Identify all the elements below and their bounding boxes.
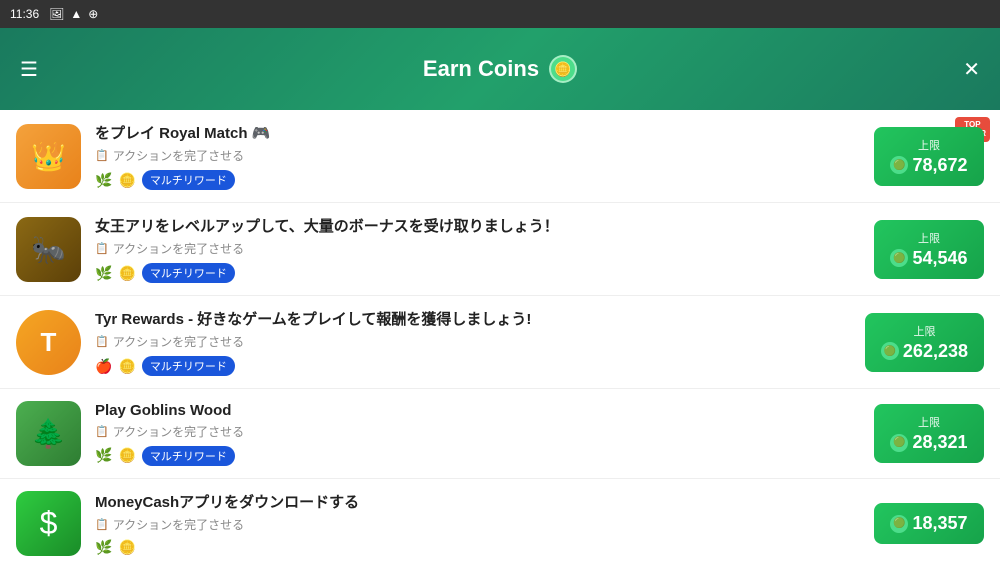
offer-title: Tyr Rewards - 好きなゲームをプレイして報酬を獲得しましょう! xyxy=(95,308,849,329)
reward-amount: 🟢 262,238 xyxy=(881,341,968,362)
reward-label: 上限 xyxy=(918,137,940,153)
offer-title: Play Goblins Wood xyxy=(95,402,858,419)
status-bar: 11:36 🖼 ▲ ⊕ xyxy=(0,0,1000,28)
offer-info: MoneyCashアプリをダウンロードする 📋 アクションを完了させる 🌿 🪙 xyxy=(95,491,858,556)
offer-icon-letter: T xyxy=(41,327,57,358)
leaf-icon: 🌿 xyxy=(95,447,112,464)
reward-button[interactable]: 上限 🟢 262,238 xyxy=(865,313,984,372)
offer-info: Tyr Rewards - 好きなゲームをプレイして報酬を獲得しましょう! 📋 … xyxy=(95,308,849,376)
offer-icon-emoji: 🌲 xyxy=(31,417,66,450)
offer-reward: 🟢 18,357 xyxy=(874,503,984,544)
offer-subtitle: 📋 アクションを完了させる xyxy=(95,147,858,164)
reward-coin-icon: 🟢 xyxy=(890,156,908,174)
offer-reward: TOPOFFER 上限 🟢 78,672 xyxy=(874,127,984,186)
offer-icon-dollar: $ xyxy=(40,505,58,542)
offer-icon: $ xyxy=(16,491,81,556)
leaf-icon: 🌿 xyxy=(95,265,112,282)
reward-label: 上限 xyxy=(918,230,940,246)
offer-row[interactable]: 👑 をプレイ Royal Match 🎮 📋 アクションを完了させる 🌿 🪙 マ… xyxy=(0,110,1000,203)
offer-subtitle-text: アクションを完了させる xyxy=(113,516,244,533)
offer-title: をプレイ Royal Match 🎮 xyxy=(95,122,858,143)
wifi-icon: ▲ xyxy=(70,7,82,21)
offer-subtitle-text: アクションを完了させる xyxy=(113,423,244,440)
offer-info: Play Goblins Wood 📋 アクションを完了させる 🌿 🪙 マルチリ… xyxy=(95,402,858,466)
coin-tag-icon: 🪙 xyxy=(118,265,135,282)
reward-coin-icon: 🟢 xyxy=(881,342,899,360)
offer-icon: 👑 xyxy=(16,124,81,189)
offer-title: MoneyCashアプリをダウンロードする xyxy=(95,491,858,512)
photo-icon: 🖼 xyxy=(49,7,64,21)
offer-reward: 上限 🟢 262,238 xyxy=(865,313,984,372)
coin-tag-icon: 🪙 xyxy=(118,172,135,189)
task-icon: 📋 xyxy=(95,425,109,438)
offer-icon-emoji: 🐜 xyxy=(31,233,66,266)
menu-icon[interactable]: ☰ xyxy=(20,57,38,82)
offer-subtitle: 📋 アクションを完了させる xyxy=(95,423,858,440)
reward-coin-icon: 🟢 xyxy=(890,515,908,533)
offer-title: 女王アリをレベルアップして、大量のボーナスを受け取りましょう！ xyxy=(95,215,858,236)
reward-amount: 🟢 78,672 xyxy=(890,155,967,176)
header: ☰ Earn Coins 🪙 ✕ xyxy=(0,28,1000,110)
offer-row[interactable]: 🐜 女王アリをレベルアップして、大量のボーナスを受け取りましょう！ 📋 アクショ… xyxy=(0,203,1000,296)
task-icon: 📋 xyxy=(95,518,109,531)
task-icon: 📋 xyxy=(95,335,109,348)
leaf-icon: 🌿 xyxy=(95,539,112,556)
offer-tags: 🍎 🪙 マルチリワード xyxy=(95,356,849,376)
offer-subtitle-text: アクションを完了させる xyxy=(113,240,244,257)
task-icon: 📋 xyxy=(95,149,109,162)
leaf-icon: 🌿 xyxy=(95,172,112,189)
header-title: Earn Coins 🪙 xyxy=(423,55,577,83)
status-time: 11:36 xyxy=(10,7,39,21)
offer-tags: 🌿 🪙 マルチリワード xyxy=(95,446,858,466)
multi-reward-tag: マルチリワード xyxy=(142,356,235,376)
offer-row[interactable]: 🌲 Play Goblins Wood 📋 アクションを完了させる 🌿 🪙 マル… xyxy=(0,389,1000,479)
offer-tags: 🌿 🪙 xyxy=(95,539,858,556)
task-icon: 📋 xyxy=(95,242,109,255)
coin-tag-icon: 🪙 xyxy=(118,358,135,375)
multi-reward-tag: マルチリワード xyxy=(142,446,235,466)
signal-icon: ⊕ xyxy=(88,7,98,21)
offers-list: 👑 をプレイ Royal Match 🎮 📋 アクションを完了させる 🌿 🪙 マ… xyxy=(0,110,1000,563)
offer-tags: 🌿 🪙 マルチリワード xyxy=(95,170,858,190)
offer-icon: 🌲 xyxy=(16,401,81,466)
offer-tags: 🌿 🪙 マルチリワード xyxy=(95,263,858,283)
offer-reward: 上限 🟢 28,321 xyxy=(874,404,984,463)
multi-reward-tag: マルチリワード xyxy=(142,263,235,283)
offer-row[interactable]: T Tyr Rewards - 好きなゲームをプレイして報酬を獲得しましょう! … xyxy=(0,296,1000,389)
coin-tag-icon: 🪙 xyxy=(118,447,135,464)
offer-subtitle-text: アクションを完了させる xyxy=(113,333,244,350)
reward-label: 上限 xyxy=(913,323,935,339)
reward-coin-icon: 🟢 xyxy=(890,434,908,452)
status-icons: 🖼 ▲ ⊕ xyxy=(49,7,98,21)
offer-icon: T xyxy=(16,310,81,375)
reward-coin-icon: 🟢 xyxy=(890,249,908,267)
offer-subtitle: 📋 アクションを完了させる xyxy=(95,240,858,257)
reward-label: 上限 xyxy=(918,414,940,430)
offer-reward: 上限 🟢 54,546 xyxy=(874,220,984,279)
header-title-text: Earn Coins xyxy=(423,56,539,82)
reward-button[interactable]: 上限 🟢 54,546 xyxy=(874,220,984,279)
reward-button[interactable]: 上限 🟢 28,321 xyxy=(874,404,984,463)
offer-icon: 🐜 xyxy=(16,217,81,282)
reward-amount: 🟢 28,321 xyxy=(890,432,967,453)
reward-amount: 🟢 18,357 xyxy=(890,513,967,534)
offer-icon-emoji: 👑 xyxy=(31,140,66,173)
leaf-icon: 🍎 xyxy=(95,358,112,375)
reward-button[interactable]: 上限 🟢 78,672 xyxy=(874,127,984,186)
multi-reward-tag: マルチリワード xyxy=(142,170,235,190)
reward-amount: 🟢 54,546 xyxy=(890,248,967,269)
header-coin-icon: 🪙 xyxy=(549,55,577,83)
offer-subtitle: 📋 アクションを完了させる xyxy=(95,516,858,533)
offer-subtitle-text: アクションを完了させる xyxy=(113,147,244,164)
offer-subtitle: 📋 アクションを完了させる xyxy=(95,333,849,350)
offer-info: 女王アリをレベルアップして、大量のボーナスを受け取りましょう！ 📋 アクションを… xyxy=(95,215,858,283)
close-button[interactable]: ✕ xyxy=(963,57,980,82)
offer-info: をプレイ Royal Match 🎮 📋 アクションを完了させる 🌿 🪙 マルチ… xyxy=(95,122,858,190)
reward-button[interactable]: 🟢 18,357 xyxy=(874,503,984,544)
coin-tag-icon: 🪙 xyxy=(118,539,135,556)
offer-row[interactable]: $ MoneyCashアプリをダウンロードする 📋 アクションを完了させる 🌿 … xyxy=(0,479,1000,563)
